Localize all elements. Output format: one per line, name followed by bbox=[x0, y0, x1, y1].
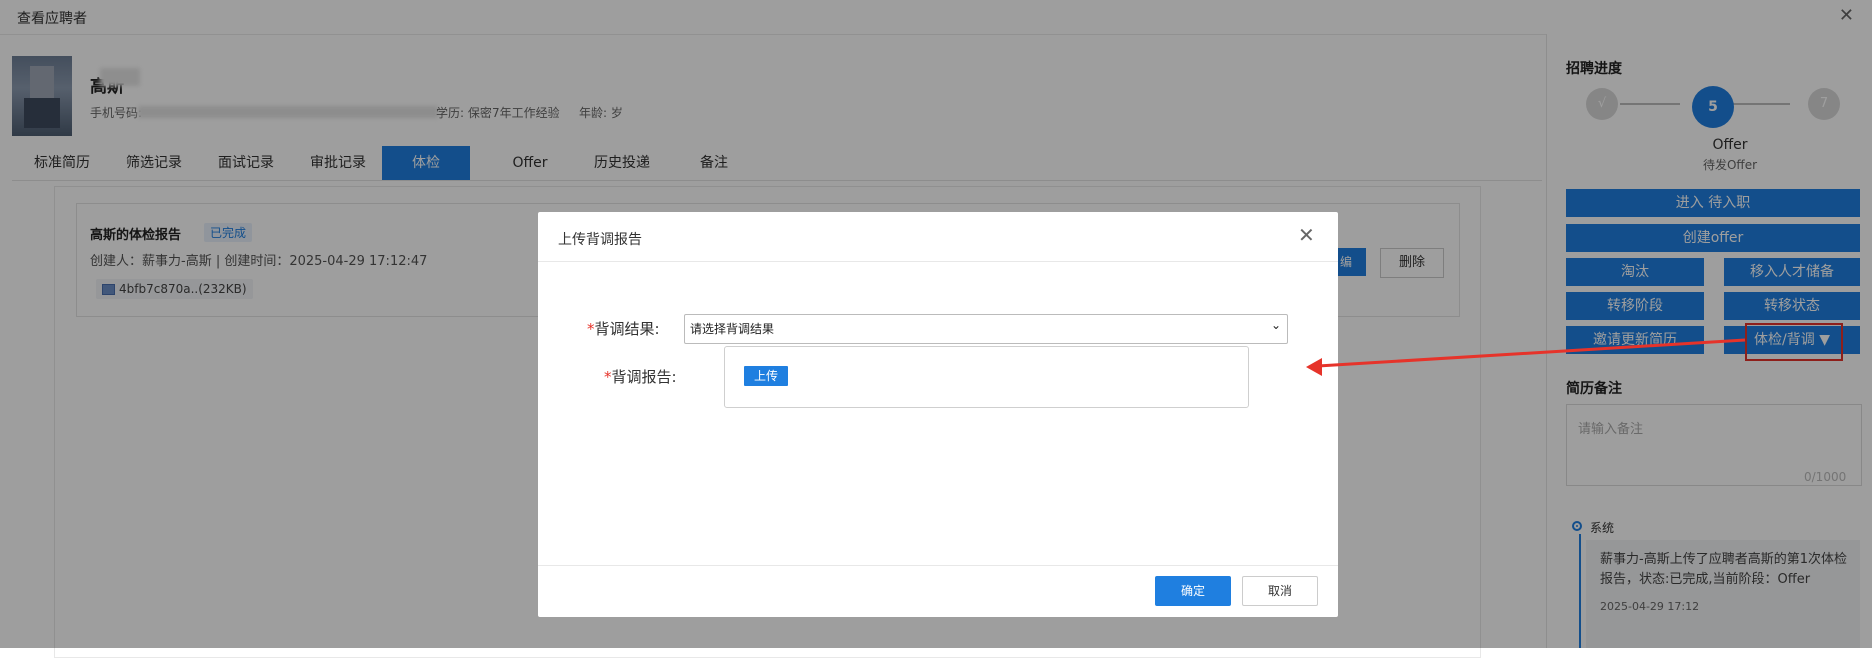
dialog-divider bbox=[538, 261, 1338, 262]
cancel-button[interactable]: 取消 bbox=[1242, 576, 1318, 606]
result-field-label: *背调结果: bbox=[587, 318, 660, 339]
upload-background-report-dialog bbox=[538, 212, 1338, 617]
upload-button[interactable]: 上传 bbox=[744, 366, 788, 386]
select-placeholder: 请选择背调结果 bbox=[690, 322, 775, 336]
required-mark: * bbox=[587, 320, 595, 338]
dialog-title: 上传背调报告 bbox=[558, 232, 642, 248]
result-label-text: 背调结果: bbox=[594, 320, 660, 338]
required-mark: * bbox=[604, 368, 612, 386]
background-result-select[interactable] bbox=[684, 314, 1288, 344]
upload-area[interactable] bbox=[724, 346, 1249, 408]
close-icon[interactable]: ✕ bbox=[1298, 223, 1315, 247]
dialog-footer-divider bbox=[538, 565, 1338, 566]
report-label-text: 背调报告: bbox=[611, 368, 677, 386]
chevron-down-icon[interactable]: ⌄ bbox=[1271, 318, 1281, 332]
confirm-button[interactable]: 确定 bbox=[1155, 576, 1231, 606]
report-field-label: *背调报告: bbox=[604, 366, 677, 387]
